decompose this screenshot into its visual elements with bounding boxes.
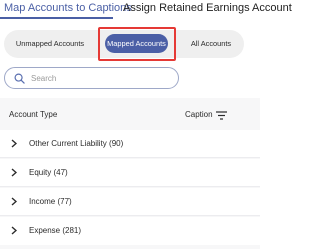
table-row[interactable]: Equity (47): [0, 159, 260, 187]
row-label: Expense (281): [29, 226, 82, 235]
row-label: Income (77): [29, 197, 72, 206]
chevron-right-icon[interactable]: [11, 197, 17, 206]
tab-bar: Map Accounts to Captions Assign Retained…: [0, 0, 292, 22]
filter-mapped-accounts[interactable]: Mapped Accounts: [105, 34, 168, 53]
filter-unmapped-accounts[interactable]: Unmapped Accounts: [10, 30, 90, 58]
account-table: Account Type Caption Other Current Liabi…: [0, 98, 260, 249]
table-header: Account Type Caption: [0, 100, 260, 128]
row-divider: [0, 157, 260, 158]
search-icon: [14, 73, 25, 84]
chevron-right-icon[interactable]: [11, 226, 17, 235]
table-row[interactable]: Other Current Liability (90): [0, 130, 260, 158]
chevron-right-icon[interactable]: [11, 139, 17, 148]
row-label: Other Current Liability (90): [29, 139, 124, 148]
row-divider: [0, 186, 260, 187]
filter-all-accounts[interactable]: All Accounts: [178, 30, 244, 58]
row-label: Equity (47): [29, 168, 68, 177]
row-divider: [0, 215, 260, 216]
tab-map-accounts-to-captions[interactable]: Map Accounts to Captions: [4, 2, 132, 14]
table-row[interactable]: Income (77): [0, 188, 260, 216]
search-box[interactable]: [4, 67, 179, 89]
column-header-caption: Caption: [185, 110, 213, 119]
filter-icon[interactable]: [216, 111, 227, 120]
tab-assign-retained-earnings-account[interactable]: Assign Retained Earnings Account: [123, 2, 292, 14]
chevron-right-icon[interactable]: [11, 168, 17, 177]
column-header-account-type: Account Type: [9, 110, 58, 119]
search-input[interactable]: [31, 71, 171, 85]
table-row[interactable]: Expense (281): [0, 217, 260, 245]
active-tab-indicator: [0, 17, 113, 19]
